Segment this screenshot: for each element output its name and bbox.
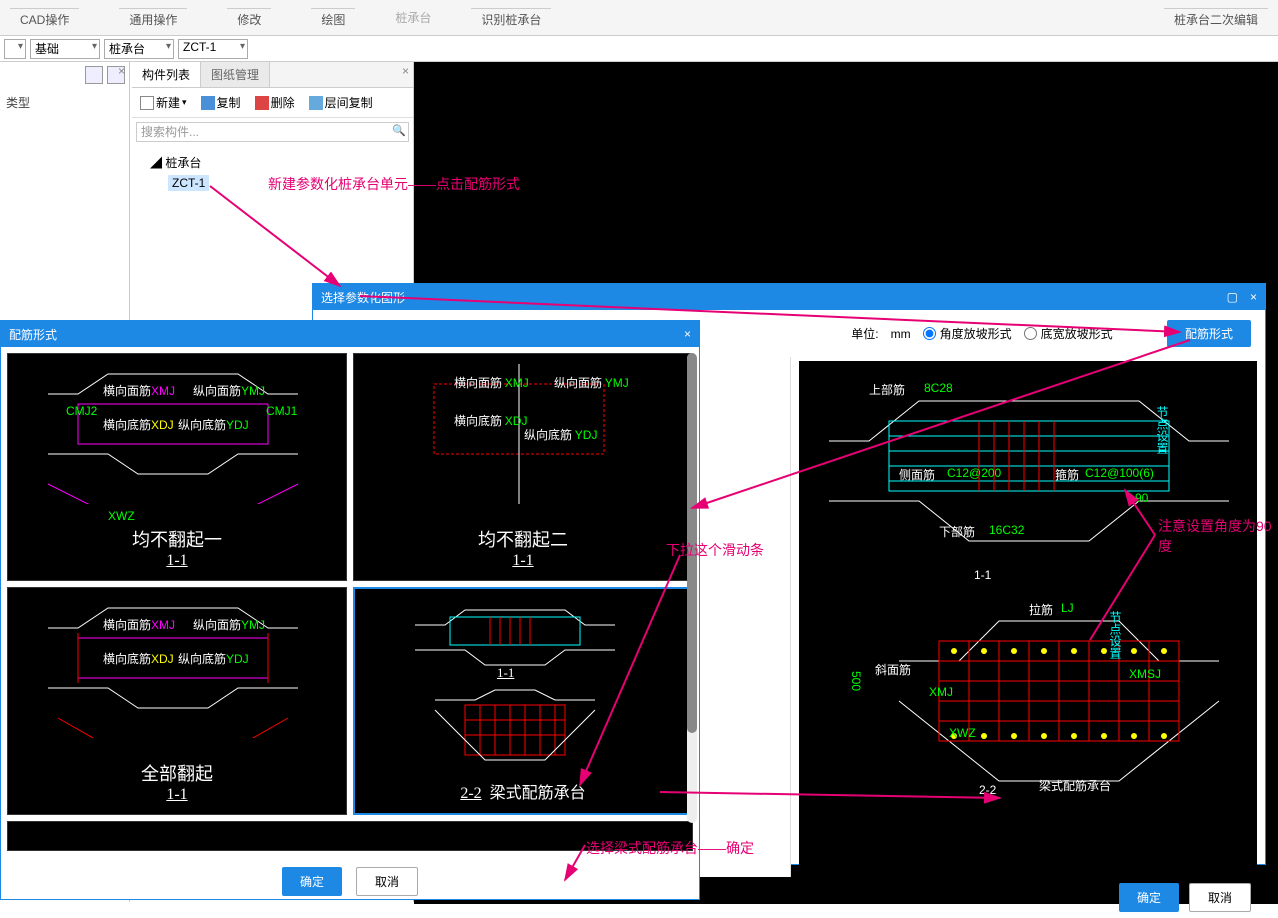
component-tree: ◢ 桩承台 ZCT-1 <box>132 146 413 199</box>
thumb-title: 均不翻起一 <box>132 526 222 552</box>
lbl-hoopval: C12@100(6) <box>1085 466 1154 480</box>
dialog-title: 选择参数化图形 <box>321 289 405 306</box>
ribbon: CAD操作 通用操作 修改 绘图 桩承台 识别桩承台 桩承台二次编辑 <box>0 0 1278 36</box>
thumb-title: 梁式配筋承台 <box>490 779 586 803</box>
floor-icon <box>309 96 323 110</box>
close-icon[interactable]: × <box>1250 290 1257 304</box>
ribbon-group-edit2[interactable]: 桩承台二次编辑 <box>1164 6 1268 30</box>
rebar-form-body: 横向面筋XMJ 纵向面筋YMJ 横向底筋XDJ 纵向底筋YDJ CMJ2 CMJ… <box>1 347 699 859</box>
thumb-sub: 1-1 <box>512 552 533 570</box>
lbl-sideval: C12@200 <box>947 466 1001 480</box>
ribbon-group-partial: 桩承台 <box>395 9 431 26</box>
rebar-form-button[interactable]: 配筋形式 <box>1167 320 1251 347</box>
radio-width[interactable]: 底宽放坡形式 <box>1024 325 1113 342</box>
dd-category[interactable]: 基础 <box>30 39 100 59</box>
ribbon-group-general[interactable]: 通用操作 <box>119 6 187 30</box>
lbl-tieval: LJ <box>1061 601 1074 615</box>
lbl-h: 500 <box>849 671 863 691</box>
lbl-bot: 下部筋 <box>939 523 975 540</box>
lbl-node2: 节点设置 <box>1154 406 1171 454</box>
lbl-tie: 拉筋 <box>1029 601 1053 618</box>
panel-tabs: 构件列表 图纸管理 <box>132 62 413 88</box>
shape-preview: 上部筋 8C28 侧面筋 C12@200 箍筋 C12@100(6) 下部筋 1… <box>799 361 1257 873</box>
ribbon-group-recognize[interactable]: 识别桩承台 <box>471 6 551 30</box>
floor-copy-button[interactable]: 层间复制 <box>305 92 377 113</box>
copy-button[interactable]: 复制 <box>197 92 245 113</box>
tab-component-list[interactable]: 构件列表 <box>132 62 201 87</box>
thumb-beam-rebar[interactable]: 1-1 2-2 梁式配筋承台 <box>353 587 693 815</box>
dd-empty[interactable] <box>4 39 26 59</box>
close-icon[interactable]: × <box>684 327 691 341</box>
dialog-titlebar[interactable]: 配筋形式 × <box>1 321 699 347</box>
close-icon[interactable]: × <box>402 64 409 78</box>
dd-item[interactable]: ZCT-1 <box>178 39 248 59</box>
delete-icon <box>255 96 269 110</box>
lbl-botval: 16C32 <box>989 523 1024 537</box>
thumb-sub: 1-1 <box>166 552 187 570</box>
copy-icon <box>201 96 215 110</box>
thumb-no-flip-2[interactable]: 横向面筋 XMJ 纵向面筋 YMJ 横向底筋 XDJ 纵向底筋 YDJ 均不翻起… <box>353 353 693 581</box>
lbl-xwz: XWZ <box>949 726 976 740</box>
new-button[interactable]: 新建▾ <box>136 92 191 113</box>
maximize-icon[interactable]: ▢ <box>1227 290 1238 304</box>
dlg2-scrollbar[interactable] <box>687 353 697 823</box>
cancel-button[interactable]: 取消 <box>356 867 418 896</box>
ribbon-group-draw[interactable]: 绘图 <box>311 6 355 30</box>
dialog2-footer: 确定 取消 <box>1 859 699 904</box>
cancel-button[interactable]: 取消 <box>1189 883 1251 912</box>
lbl-slant: 斜面筋 <box>875 661 911 678</box>
lbl-angle: 90 <box>1135 491 1148 505</box>
preview-title: 梁式配筋承台 <box>1039 769 1111 797</box>
thumb-sub: 1-1 <box>166 786 187 804</box>
dialog-title: 配筋形式 <box>9 326 57 343</box>
scroll-thumb[interactable] <box>687 353 697 733</box>
thumb-all-flip[interactable]: 横向面筋XMJ 纵向面筋YMJ 横向底筋XDJ 纵向底筋YDJ 全部翻起 1-1 <box>7 587 347 815</box>
thumb-title: 全部翻起 <box>141 760 213 786</box>
rebar-form-dialog: 配筋形式 × 横向面筋XMJ 纵向面筋YMJ 横向底筋XDJ 纵向底筋YDJ C… <box>0 320 700 900</box>
ribbon-group-modify[interactable]: 修改 <box>227 6 271 30</box>
panel-toolbar: 新建▾ 复制 删除 层间复制 <box>132 88 413 118</box>
thumb-sub: 2-2 <box>460 785 481 803</box>
dialog-titlebar[interactable]: 选择参数化图形 ▢ × <box>313 284 1265 310</box>
tree-root[interactable]: ◢ 桩承台 <box>136 152 409 173</box>
thumb-title: 均不翻起二 <box>478 526 568 552</box>
tree-item-zct1[interactable]: ZCT-1 <box>136 173 409 193</box>
ok-button[interactable]: 确定 <box>1119 883 1179 912</box>
ribbon-group-cad[interactable]: CAD操作 <box>10 6 79 30</box>
dd-type[interactable]: 桩承台 <box>104 39 174 59</box>
search-input[interactable]: 搜索构件... <box>136 122 409 142</box>
file-icon <box>140 96 154 110</box>
type-label: 类型 <box>0 88 129 117</box>
lbl-hoop: 箍筋 <box>1055 466 1079 483</box>
lbl-xmsj: XMSJ <box>1129 667 1161 681</box>
lbl-side: 侧面筋 <box>899 466 935 483</box>
close-icon[interactable]: × <box>118 64 125 78</box>
lbl-sec2: 2-2 <box>979 771 996 801</box>
thumb-no-flip-1[interactable]: 横向面筋XMJ 纵向面筋YMJ 横向底筋XDJ 纵向底筋YDJ CMJ2 CMJ… <box>7 353 347 581</box>
lbl-topval: 8C28 <box>924 381 953 395</box>
unit-label: 单位: <box>851 325 878 342</box>
unit-value: mm <box>891 327 911 341</box>
ok-button[interactable]: 确定 <box>282 867 342 896</box>
lbl-node1: 节点设置 <box>1107 611 1124 659</box>
lbl-sec1: 1-1 <box>974 556 991 586</box>
dropdown-bar: 基础 桩承台 ZCT-1 <box>0 36 1278 62</box>
list-icon[interactable] <box>85 66 103 84</box>
delete-button[interactable]: 删除 <box>251 92 299 113</box>
lbl-xmj: XMJ <box>929 685 953 699</box>
lbl-top: 上部筋 <box>869 381 905 398</box>
radio-angle[interactable]: 角度放坡形式 <box>923 325 1012 342</box>
tab-drawing-mgmt[interactable]: 图纸管理 <box>201 62 270 87</box>
